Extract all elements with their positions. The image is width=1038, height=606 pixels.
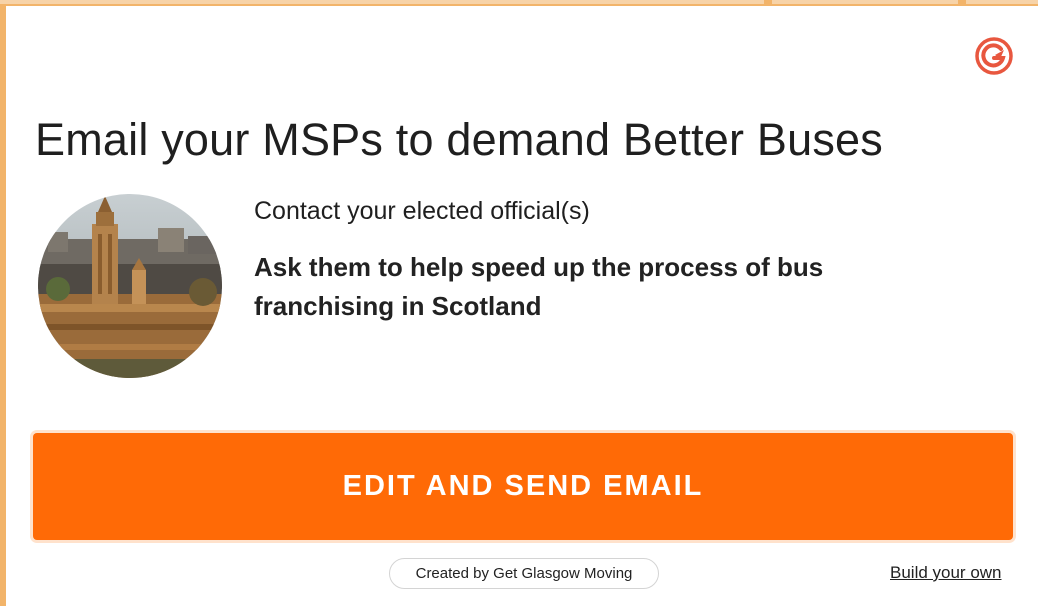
edit-and-send-email-button[interactable]: EDIT AND SEND EMAIL bbox=[33, 433, 1013, 540]
ask-description: Ask them to help speed up the process of… bbox=[254, 252, 824, 321]
action-widget-card: Email your MSPs to demand Better Buses C… bbox=[6, 6, 1038, 606]
created-by-badge[interactable]: Created by Get Glasgow Moving bbox=[389, 558, 659, 589]
page-title: Email your MSPs to demand Better Buses bbox=[35, 114, 883, 165]
border-segment bbox=[0, 0, 764, 4]
border-segment bbox=[966, 0, 1038, 4]
border-segment bbox=[772, 0, 958, 4]
build-your-own-link[interactable]: Build your own bbox=[890, 563, 1002, 583]
brand-logo-icon bbox=[975, 37, 1013, 75]
contact-subtitle: Contact your elected official(s) bbox=[254, 197, 590, 225]
parliament-building-photo bbox=[38, 194, 222, 378]
